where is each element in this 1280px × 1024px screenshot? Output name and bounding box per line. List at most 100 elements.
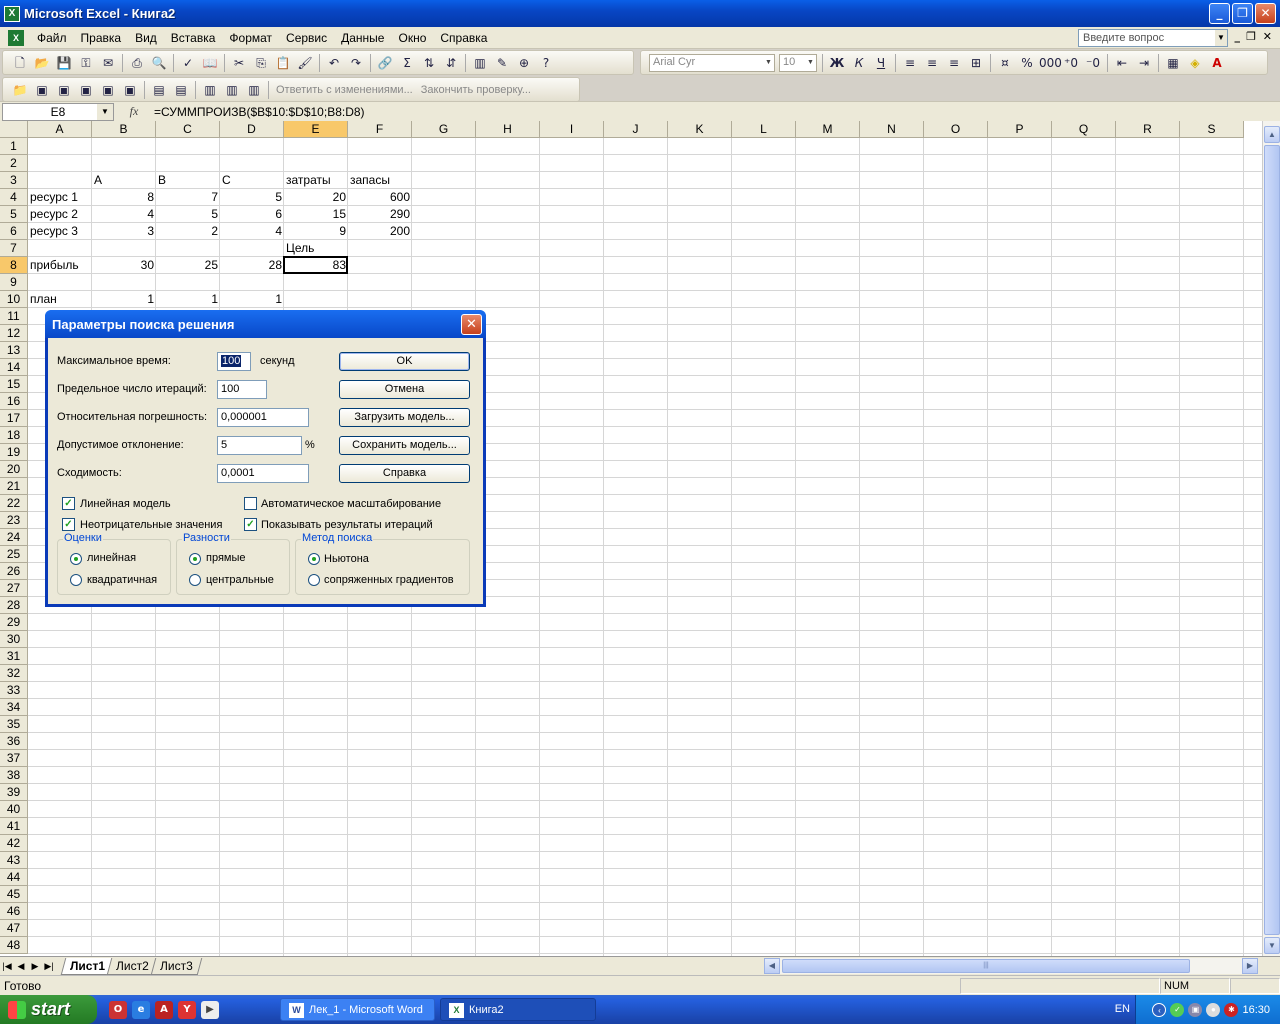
tray-network-icon[interactable]: ▣ (1188, 1002, 1203, 1017)
cell-b10[interactable]: 1 (92, 291, 156, 308)
workbook-icon[interactable]: X (8, 29, 24, 46)
menu-data[interactable]: Данные (334, 29, 391, 47)
row-header-44[interactable]: 44 (0, 869, 28, 886)
excel-app-icon[interactable]: X (4, 5, 20, 22)
review-icon-5[interactable]: ▣ (120, 80, 140, 100)
horizontal-scroll-thumb[interactable]: ||| (782, 959, 1190, 973)
column-header-g[interactable]: G (412, 121, 476, 138)
review-icon-3[interactable]: ▣ (76, 80, 96, 100)
row-header-31[interactable]: 31 (0, 648, 28, 665)
column-header-a[interactable]: A (28, 121, 92, 138)
row-header-25[interactable]: 25 (0, 546, 28, 563)
doc-restore-icon[interactable]: ❐ (1246, 30, 1256, 43)
menu-tools[interactable]: Сервис (279, 29, 334, 47)
quicklaunch-app-icon[interactable]: O (109, 1000, 127, 1019)
cell-b6[interactable]: 3 (92, 223, 156, 240)
tray-shield-icon[interactable]: ✓ (1170, 1002, 1185, 1017)
borders-icon[interactable]: ▦ (1163, 53, 1183, 73)
scroll-left-icon[interactable]: ◀ (764, 958, 780, 974)
row-header-42[interactable]: 42 (0, 835, 28, 852)
copy-icon[interactable]: ⎘ (251, 53, 271, 73)
review-icon-6[interactable]: ▤ (149, 80, 169, 100)
underline-icon[interactable]: Ч (871, 53, 891, 73)
bold-icon[interactable]: Ж (827, 53, 847, 73)
cell-e6[interactable]: 9 (284, 223, 348, 240)
redo-icon[interactable]: ↷ (346, 53, 366, 73)
row-header-26[interactable]: 26 (0, 563, 28, 580)
cell-e5[interactable]: 15 (284, 206, 348, 223)
derivatives-central-radio[interactable] (189, 574, 201, 586)
menu-help[interactable]: Справка (433, 29, 494, 47)
start-button[interactable]: wstart (0, 995, 97, 1024)
review-icon-9[interactable]: ▥ (222, 80, 242, 100)
column-header-k[interactable]: K (668, 121, 732, 138)
tray-antivirus-icon[interactable]: ✱ (1224, 1002, 1239, 1017)
next-sheet-icon[interactable]: ▶ (28, 961, 42, 972)
estimates-linear-radio[interactable] (70, 553, 82, 565)
derivatives-forward-radio[interactable] (189, 553, 201, 565)
vertical-scroll-thumb[interactable] (1264, 145, 1280, 935)
taskbar-word[interactable]: W Лек_1 - Microsoft Word (280, 998, 435, 1021)
column-header-s[interactable]: S (1180, 121, 1244, 138)
row-header-32[interactable]: 32 (0, 665, 28, 682)
open-icon[interactable]: 📂 (32, 53, 52, 73)
decrease-indent-icon[interactable]: ⇤ (1112, 53, 1132, 73)
media-player-icon[interactable]: ▶ (201, 1000, 219, 1019)
drawing-icon[interactable]: ✎ (492, 53, 512, 73)
row-header-24[interactable]: 24 (0, 529, 28, 546)
linear-model-checkbox[interactable]: ✓ (62, 497, 75, 510)
tray-app-icon[interactable]: ● (1206, 1002, 1221, 1017)
row-header-3[interactable]: 3 (0, 172, 28, 189)
row-header-12[interactable]: 12 (0, 325, 28, 342)
help-icon[interactable]: ? (536, 53, 556, 73)
row-header-45[interactable]: 45 (0, 886, 28, 903)
review-icon-7[interactable]: ▤ (171, 80, 191, 100)
row-header-37[interactable]: 37 (0, 750, 28, 767)
ask-question-box[interactable]: Введите вопрос ▼ (1078, 29, 1228, 47)
sheet-tab-3[interactable]: Лист3 (150, 957, 202, 975)
review-icon-8[interactable]: ▥ (200, 80, 220, 100)
column-header-e[interactable]: E (284, 121, 348, 138)
scroll-down-icon[interactable]: ▼ (1264, 937, 1280, 954)
cut-icon[interactable]: ✂ (229, 53, 249, 73)
currency-icon[interactable]: ¤ (995, 53, 1015, 73)
column-header-d[interactable]: D (220, 121, 284, 138)
row-header-6[interactable]: 6 (0, 223, 28, 240)
review-icon-2[interactable]: ▣ (54, 80, 74, 100)
minimize-button[interactable]: _ (1209, 3, 1230, 24)
chevron-down-icon[interactable]: ▼ (1215, 30, 1227, 46)
show-iterations-checkbox[interactable]: ✓ (244, 518, 257, 531)
tolerance-input[interactable]: 5 (217, 436, 302, 455)
internet-explorer-icon[interactable]: e (132, 1000, 150, 1019)
taskbar-excel[interactable]: X Книга2 (440, 998, 596, 1021)
formula-input[interactable]: =СУММПРОИЗВ($B$10:$D$10;B8:D8) (154, 105, 365, 119)
row-header-43[interactable]: 43 (0, 852, 28, 869)
folder-icon[interactable]: 📁 (10, 80, 30, 100)
cell-f3[interactable]: запасы (348, 172, 412, 189)
close-button[interactable]: ✕ (1255, 3, 1276, 24)
cell-b5[interactable]: 4 (92, 206, 156, 223)
language-indicator[interactable]: EN (1115, 1003, 1130, 1015)
column-header-f[interactable]: F (348, 121, 412, 138)
cell-e7[interactable]: Цель (284, 240, 348, 257)
row-header-20[interactable]: 20 (0, 461, 28, 478)
row-header-47[interactable]: 47 (0, 920, 28, 937)
font-name-select[interactable]: Arial Cyr ▼ (649, 53, 775, 72)
decrease-decimal-icon[interactable]: ⁻0 (1083, 53, 1103, 73)
menu-window[interactable]: Окно (391, 29, 433, 47)
cell-e3[interactable]: затраты (284, 172, 348, 189)
increase-decimal-icon[interactable]: ⁺0 (1061, 53, 1081, 73)
column-header-q[interactable]: Q (1052, 121, 1116, 138)
print-preview-icon[interactable]: 🔍 (149, 53, 169, 73)
row-header-40[interactable]: 40 (0, 801, 28, 818)
column-header-m[interactable]: M (796, 121, 860, 138)
email-icon[interactable]: ✉ (98, 53, 118, 73)
row-header-33[interactable]: 33 (0, 682, 28, 699)
percent-icon[interactable]: % (1017, 53, 1037, 73)
save-icon[interactable]: 💾 (54, 53, 74, 73)
row-header-7[interactable]: 7 (0, 240, 28, 257)
fx-icon[interactable]: fx (114, 104, 154, 119)
font-color-icon[interactable]: A (1207, 53, 1227, 73)
chart-wizard-icon[interactable]: ▥ (470, 53, 490, 73)
row-header-19[interactable]: 19 (0, 444, 28, 461)
